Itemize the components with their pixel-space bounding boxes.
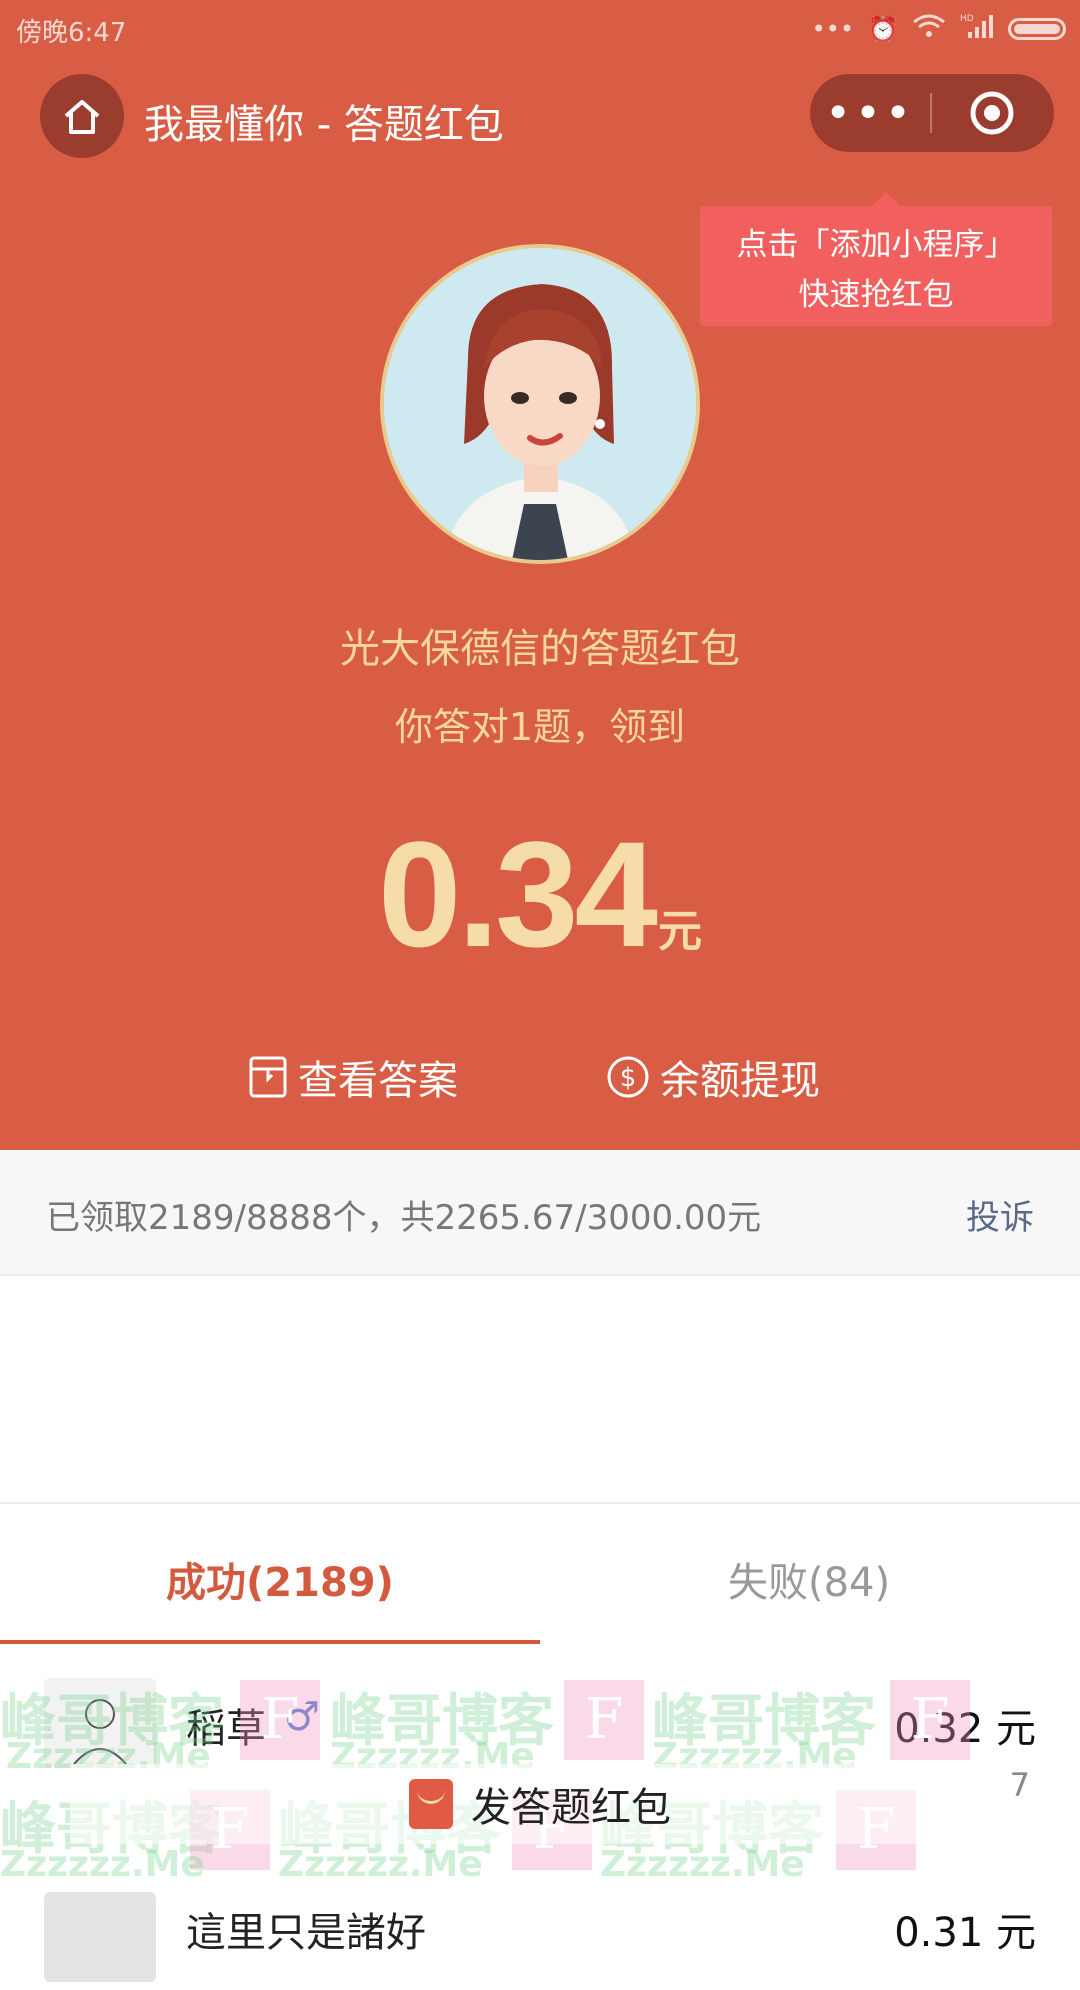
more-label: •••: [825, 87, 915, 139]
send-redpacket-button[interactable]: 发答题红包: [70, 1764, 1010, 1844]
received-amount: 0.34元: [0, 808, 1080, 981]
home-button[interactable]: [40, 74, 124, 158]
home-icon: [64, 100, 100, 134]
status-bar: 傍晚6:47 ••• ⏰ HD: [0, 0, 1080, 56]
battery-icon: [1008, 18, 1066, 40]
amount-value: 0.34: [378, 810, 658, 978]
user-name: 這里只是諸好: [186, 1910, 426, 1956]
result-tabs: 成功(2189) 失败(84): [0, 1502, 1080, 1644]
svg-text:$: $: [620, 1063, 637, 1093]
withdraw-button[interactable]: $ 余额提现: [606, 1048, 820, 1106]
record-row: 這里只是諸好 0.31 元: [0, 1880, 1080, 1990]
user-name: 稻草: [186, 1706, 266, 1752]
hero-section: 傍晚6:47 ••• ⏰ HD 我最懂你 - 答题红包 ••• 点击「添加小程序…: [0, 0, 1080, 1150]
amount-unit: 元: [657, 906, 702, 957]
view-answers-label: 查看答案: [298, 1058, 458, 1104]
sender-avatar: [380, 244, 700, 564]
complain-link[interactable]: 投诉: [966, 1190, 1034, 1239]
tip-line-2: 快速抢红包: [798, 277, 954, 313]
claim-summary-text: 已领取2189/8888个，共2265.67/3000.00元: [46, 1198, 762, 1238]
male-icon: ♂: [284, 1694, 320, 1740]
answer-result: 你答对1题，领到: [394, 705, 686, 749]
dollar-circle-icon: $: [607, 1056, 649, 1098]
claim-summary: 已领取2189/8888个，共2265.67/3000.00元 投诉: [0, 1150, 1080, 1276]
watermark-domain: Zzzzzz.Me: [278, 1844, 483, 1885]
close-circle-icon: [970, 91, 1014, 135]
record-amount: 0.31 元: [894, 1910, 1036, 1956]
record-row: 稻草 ♂ 0.32 元: [0, 1668, 1080, 1778]
watermark-domain: Zzzzzz.Me: [0, 1844, 205, 1885]
more-button[interactable]: •••: [810, 74, 930, 152]
miniprogram-capsule: •••: [810, 74, 1054, 152]
more-dots-icon: •••: [811, 15, 855, 43]
page-title: 我最懂你 - 答题红包: [144, 102, 504, 148]
record-amount: 0.32 元: [894, 1706, 1036, 1752]
alarm-icon: ⏰: [868, 15, 898, 43]
status-time: 傍晚6:47: [16, 18, 127, 48]
svg-text:HD: HD: [960, 14, 974, 24]
user-avatar: [44, 1892, 156, 1982]
close-button[interactable]: [932, 74, 1052, 152]
wifi-icon: [912, 13, 946, 45]
tip-line-1: 点击「添加小程序」: [736, 227, 1016, 263]
redpacket-sender: 光大保德信的答题红包: [340, 626, 740, 672]
answer-card-icon: [249, 1056, 287, 1098]
view-answers-button[interactable]: 查看答案: [248, 1048, 458, 1106]
add-miniprogram-tip[interactable]: 点击「添加小程序」 快速抢红包: [700, 192, 1052, 326]
nav-bar: 我最懂你 - 答题红包 •••: [0, 72, 1080, 162]
user-avatar: [44, 1678, 156, 1768]
tab-success[interactable]: 成功(2189): [166, 1550, 394, 1608]
status-icons: ••• ⏰ HD: [812, 12, 1066, 46]
watermark-domain: Zzzzzz.Me: [600, 1844, 805, 1885]
page-counter: 7: [1009, 1766, 1030, 1804]
red-envelope-icon: [409, 1779, 453, 1829]
withdraw-label: 余额提现: [660, 1058, 820, 1104]
signal-icon: HD: [960, 12, 994, 46]
tab-fail[interactable]: 失败(84): [728, 1550, 890, 1608]
active-tab-indicator: [0, 1640, 540, 1644]
cartoon-woman-avatar: [384, 248, 696, 560]
send-redpacket-label: 发答题红包: [471, 1785, 671, 1831]
